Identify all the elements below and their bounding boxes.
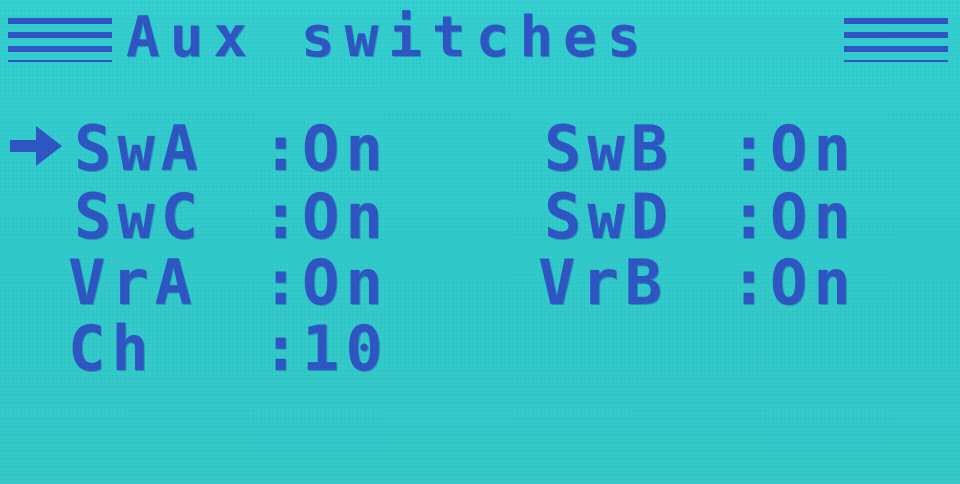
switch-label-swd[interactable]: SwD	[544, 186, 674, 248]
switch-value-swd[interactable]: On	[770, 186, 857, 248]
switch-label-vrb[interactable]: VrB	[538, 252, 668, 314]
separator: :	[730, 246, 768, 319]
switch-value-swa[interactable]: On	[302, 118, 389, 180]
channel-value[interactable]: 10	[302, 318, 389, 380]
switch-value-vra[interactable]: On	[302, 252, 389, 314]
switch-value-vrb[interactable]: On	[770, 252, 857, 314]
lcd-screen: Aux switches SwA : On SwB : On SwC : On …	[0, 0, 960, 484]
channel-label[interactable]: Ch	[68, 318, 155, 380]
separator: :	[262, 312, 300, 385]
separator: :	[730, 112, 768, 185]
separator: :	[262, 112, 300, 185]
title-rule-left	[8, 18, 112, 62]
switch-label-vra[interactable]: VrA	[68, 252, 198, 314]
switch-value-swb[interactable]: On	[770, 118, 857, 180]
screen-title: Aux switches	[126, 5, 651, 70]
separator: :	[730, 180, 768, 253]
switch-value-swc[interactable]: On	[302, 186, 389, 248]
switch-label-swc[interactable]: SwC	[74, 186, 204, 248]
right-arrow-icon	[8, 118, 64, 174]
switch-label-swa[interactable]: SwA	[74, 118, 204, 180]
separator: :	[262, 180, 300, 253]
switch-label-swb[interactable]: SwB	[544, 118, 674, 180]
title-rule-right	[844, 18, 948, 62]
separator: :	[262, 246, 300, 319]
title-bar: Aux switches	[8, 10, 948, 68]
